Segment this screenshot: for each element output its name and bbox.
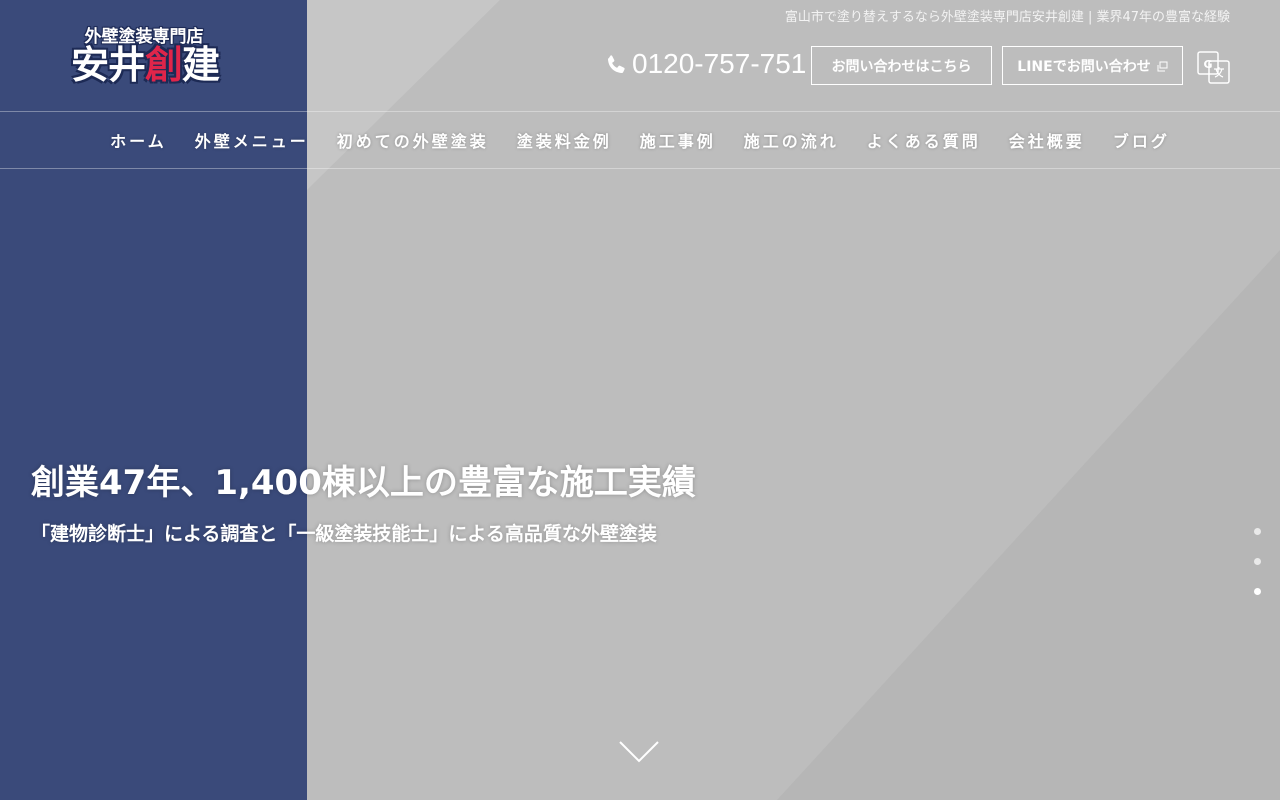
nav-item-blog[interactable]: ブログ (1099, 128, 1184, 152)
line-contact-button-label: LINEでお問い合わせ (1017, 58, 1151, 75)
slider-dot-3[interactable] (1254, 588, 1261, 595)
slider-pagination (1252, 526, 1262, 598)
slider-dot-1[interactable] (1254, 528, 1261, 535)
nav-item-first-time[interactable]: 初めての外壁塗装 (323, 128, 503, 152)
external-link-icon (1157, 60, 1168, 72)
hero-subtitle: 「建物診断士」による調査と「一級塗装技能士」による高品質な外壁塗装 (31, 523, 657, 545)
nav-item-home[interactable]: ホーム (96, 128, 181, 152)
site-tagline: 富山市で塗り替えするなら外壁塗装専門店安井創建 | 業界47年の豊富な経験 (784, 10, 1230, 25)
hero-title: 創業47年、1,400棟以上の豊富な施工実績 (31, 463, 696, 503)
slider-dot-2[interactable] (1254, 558, 1261, 565)
nav-item-pricing[interactable]: 塗装料金例 (503, 128, 626, 152)
nav-item-company[interactable]: 会社概要 (995, 128, 1099, 152)
nav-item-faq[interactable]: よくある質問 (853, 128, 995, 152)
contact-button[interactable]: お問い合わせはこちら (811, 46, 992, 85)
svg-text:G: G (1203, 58, 1212, 71)
nav-item-process[interactable]: 施工の流れ (730, 128, 853, 152)
logo-name: 安井創建 (70, 43, 220, 87)
line-contact-button[interactable]: LINEでお問い合わせ (1002, 46, 1183, 85)
google-translate-icon[interactable]: G (1197, 51, 1231, 85)
site-logo[interactable]: 外壁塗装専門店 安井創建 (60, 22, 230, 90)
nav-bottom-divider (0, 168, 1280, 169)
contact-button-label: お問い合わせはこちら (831, 58, 972, 75)
main-nav: ホーム 外壁メニュー 初めての外壁塗装 塗装料金例 施工事例 施工の流れ よくあ… (0, 112, 1280, 168)
scroll-down-chevron-icon[interactable] (618, 740, 660, 764)
nav-item-works[interactable]: 施工事例 (626, 128, 730, 152)
phone-number[interactable]: 0120-757-751 (604, 46, 806, 82)
phone-number-text: 0120-757-751 (632, 48, 807, 79)
phone-icon (604, 52, 628, 76)
nav-item-exterior-menu[interactable]: 外壁メニュー (181, 128, 323, 152)
